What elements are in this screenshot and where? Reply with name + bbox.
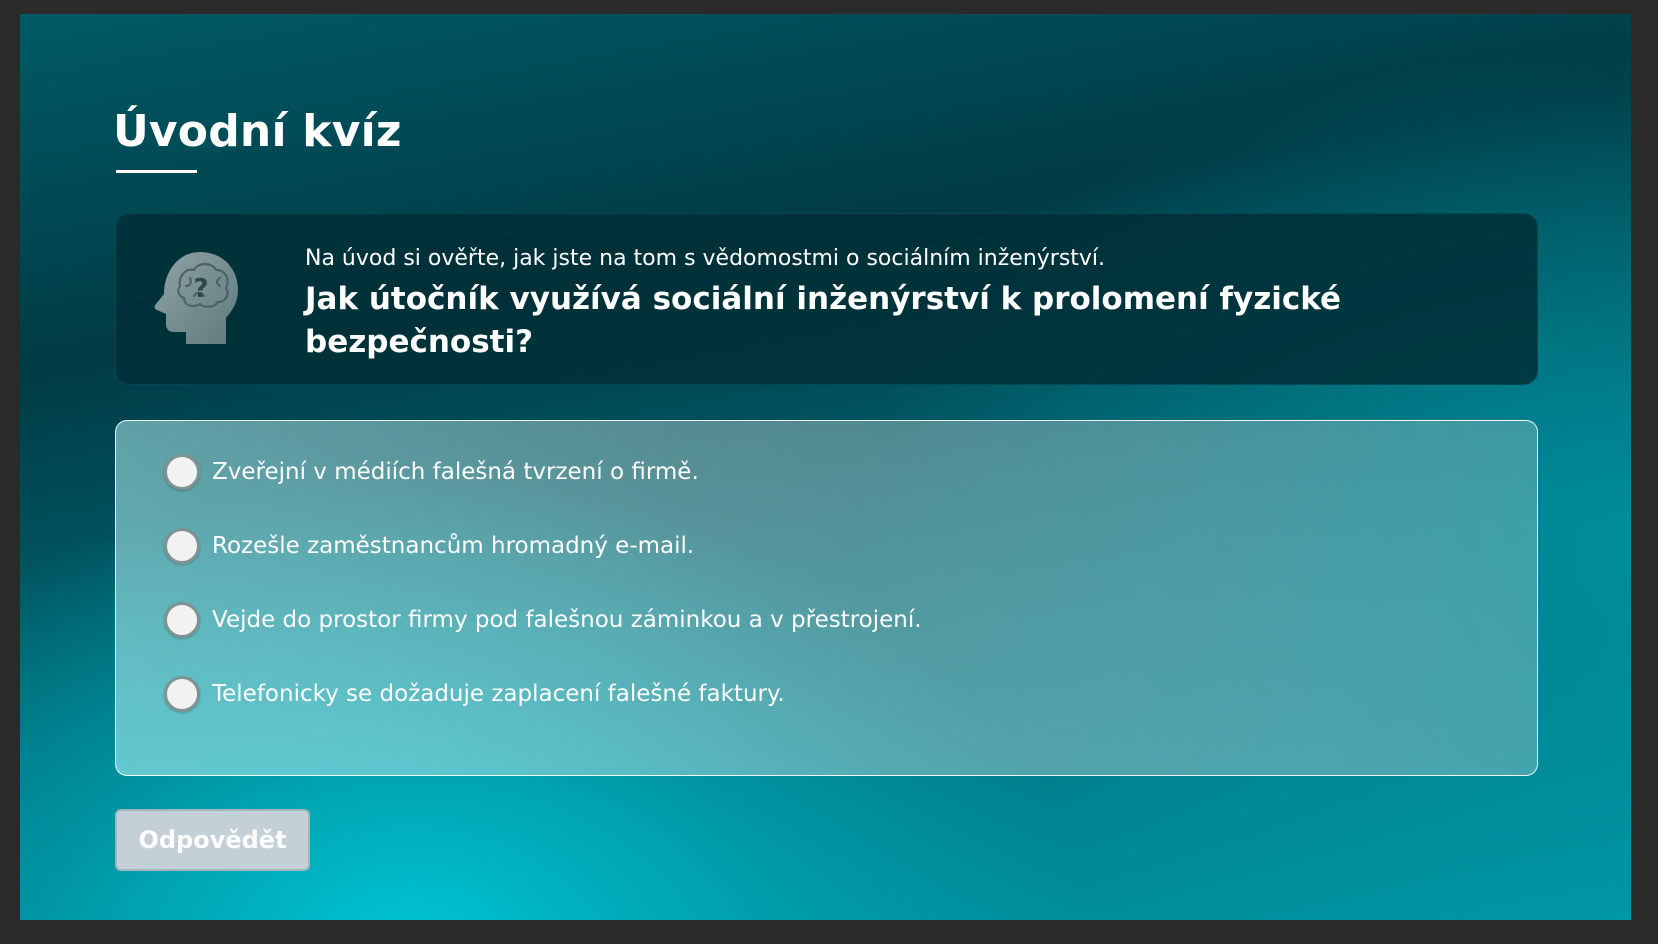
radio-button[interactable]: [164, 454, 200, 490]
page-title: Úvodní kvíz: [113, 106, 402, 157]
answer-option-3[interactable]: Vejde do prostor firmy pod falešnou zámi…: [164, 599, 922, 641]
answer-option-label: Zveřejní v médiích falešná tvrzení o fir…: [212, 459, 699, 485]
radio-button[interactable]: [164, 676, 200, 712]
question-text: Jak útočník využívá sociální inženýrství…: [305, 281, 1342, 360]
answer-option-label: Vejde do prostor firmy pod falešnou zámi…: [212, 607, 922, 633]
question-intro: Na úvod si ověřte, jak jste na tom s věd…: [305, 246, 1106, 271]
answer-option-label: Telefonicky se dožaduje zaplacení falešn…: [212, 681, 785, 707]
svg-text:?: ?: [193, 274, 208, 304]
radio-button[interactable]: [164, 602, 200, 638]
answer-option-label: Rozešle zaměstnancům hromadný e-mail.: [212, 533, 695, 559]
submit-answer-button[interactable]: Odpovědět: [115, 809, 310, 871]
quiz-slide: Úvodní kvíz ? Na úvod si ověřte, jak jst…: [20, 14, 1631, 920]
answer-option-2[interactable]: Rozešle zaměstnancům hromadný e-mail.: [164, 525, 694, 567]
head-question-icon: ?: [154, 252, 238, 344]
answer-options: Zveřejní v médiích falešná tvrzení o fir…: [115, 420, 1538, 776]
answer-option-1[interactable]: Zveřejní v médiích falešná tvrzení o fir…: [164, 451, 699, 493]
title-underline: [116, 170, 197, 173]
answer-option-4[interactable]: Telefonicky se dožaduje zaplacení falešn…: [164, 673, 785, 715]
question-panel: ? Na úvod si ověřte, jak jste na tom s v…: [115, 213, 1538, 385]
radio-button[interactable]: [164, 528, 200, 564]
